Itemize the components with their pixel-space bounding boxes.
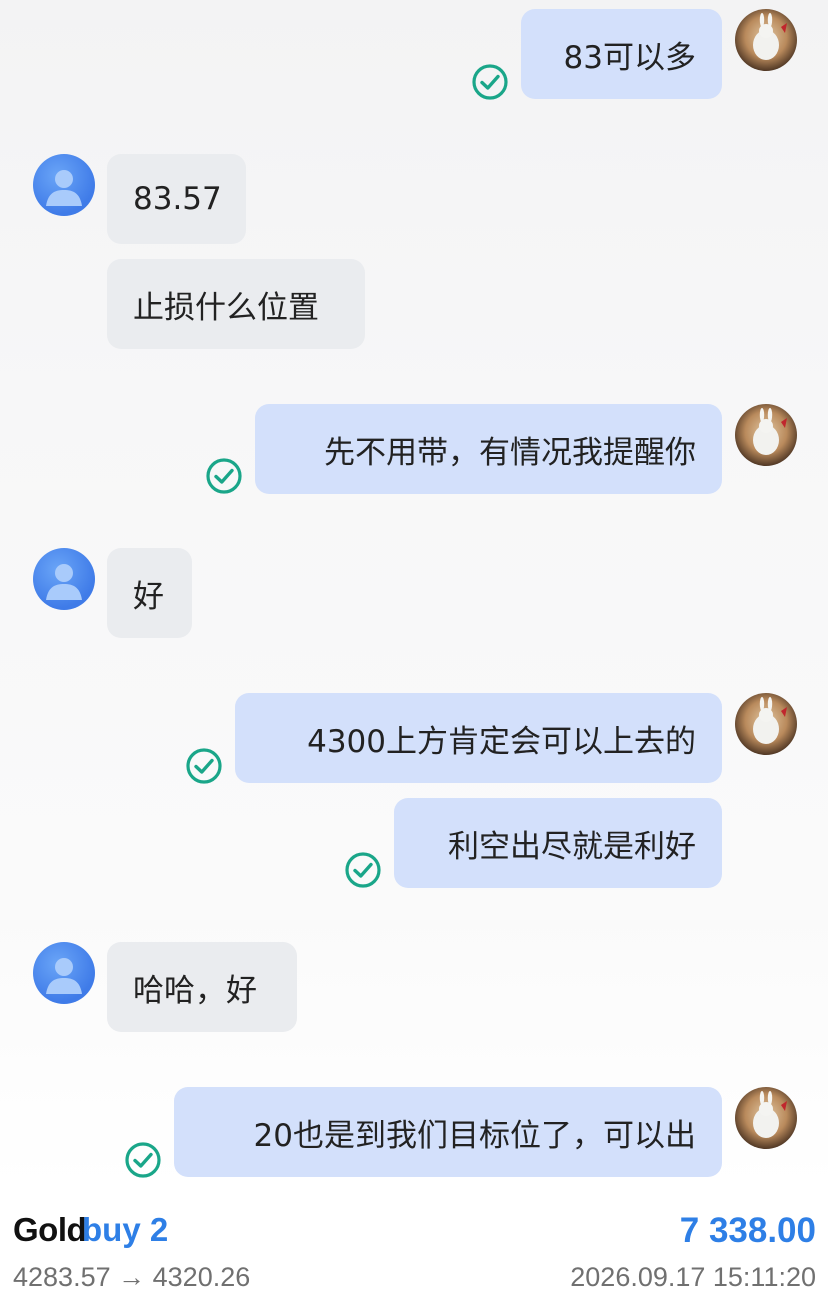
message-text: 先不用带，有情况我提醒你 [324,434,696,471]
self-avatar[interactable] [735,1087,797,1149]
trade-profit: 7 338.00 [679,1211,816,1250]
trade-datetime: 2026.09.17 15:11:20 [570,1262,816,1292]
message-text: 83可以多 [563,39,696,76]
read-check-icon [124,1141,162,1179]
message-text: 好 [133,578,164,615]
read-check-icon [471,63,509,101]
self-avatar[interactable] [735,693,797,755]
self-avatar[interactable] [735,9,797,71]
user-avatar[interactable] [33,942,95,1004]
message-text: 哈哈，好 [133,972,257,1009]
read-check-icon [205,457,243,495]
message-bubble[interactable]: 哈哈，好 [107,942,297,1032]
user-avatar[interactable] [33,154,95,216]
read-check-icon [344,851,382,889]
message-bubble[interactable]: 83.57 [107,154,246,244]
message-text: 20也是到我们目标位了，可以出 [253,1117,696,1154]
message-bubble[interactable]: 好 [107,548,192,638]
trade-side: buy 2 [82,1211,169,1248]
user-avatar[interactable] [33,548,95,610]
arrow-icon: → [118,1262,146,1292]
close-price: 4320.26 [152,1262,251,1292]
message-bubble[interactable]: 83可以多 [521,9,722,99]
message-bubble[interactable]: 利空出尽就是利好 [394,798,722,888]
trade-prices: 4283.57 → 4320.26 [13,1262,250,1293]
message-text: 止损什么位置 [133,289,319,326]
message-bubble[interactable]: 20也是到我们目标位了，可以出 [174,1087,722,1177]
message-text: 83.57 [133,181,222,217]
message-text: 利空出尽就是利好 [448,828,696,865]
message-bubble[interactable]: 止损什么位置 [107,259,365,349]
read-check-icon [185,747,223,785]
message-text: 4300上方肯定会可以上去的 [307,723,696,760]
trade-symbol: Gold [13,1211,87,1248]
self-avatar[interactable] [735,404,797,466]
open-price: 4283.57 [13,1262,111,1292]
message-bubble[interactable]: 4300上方肯定会可以上去的 [235,693,722,783]
message-bubble[interactable]: 先不用带，有情况我提醒你 [255,404,722,494]
